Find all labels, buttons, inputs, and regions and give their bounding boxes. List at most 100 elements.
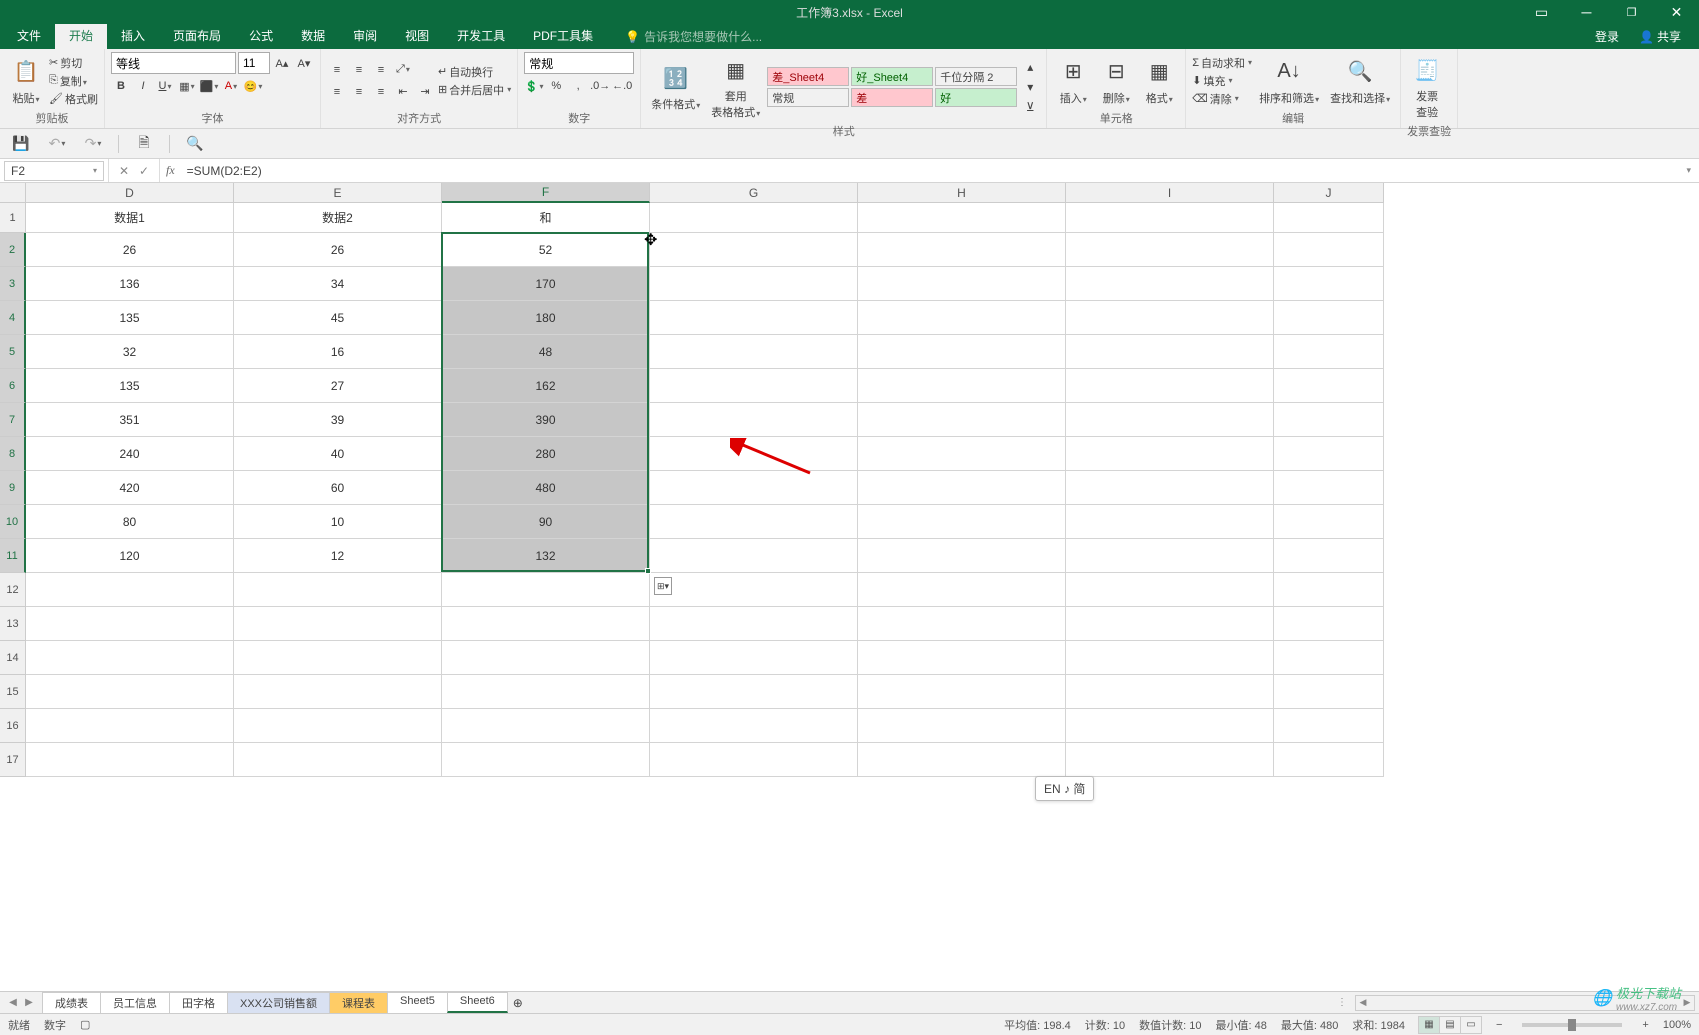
cell-D3[interactable]: 136	[26, 267, 234, 301]
cell-D16[interactable]	[26, 709, 234, 743]
col-header-E[interactable]: E	[234, 183, 442, 203]
cell-F1[interactable]: 和	[442, 203, 650, 233]
cell-G2[interactable]	[650, 233, 858, 267]
row-header-6[interactable]: 6	[0, 369, 26, 403]
align-right-icon[interactable]: ≡	[371, 82, 391, 102]
share-button[interactable]: 👤 共享	[1629, 24, 1691, 49]
cell-F11[interactable]: 132	[442, 539, 650, 573]
decrease-decimal-icon[interactable]: ←.0	[612, 76, 632, 96]
row-header-1[interactable]: 1	[0, 203, 26, 233]
decrease-indent-icon[interactable]: ⇤	[393, 82, 413, 102]
sheet-tab-XXX公司销售额[interactable]: XXX公司销售额	[227, 992, 330, 1013]
scroll-left-icon[interactable]: ◀	[1356, 997, 1370, 1008]
font-color-button[interactable]: A	[221, 76, 241, 96]
cell-H11[interactable]	[858, 539, 1066, 573]
cell-J13[interactable]	[1274, 607, 1384, 641]
zoom-slider[interactable]	[1522, 1023, 1622, 1027]
close-icon[interactable]: ✕	[1654, 0, 1699, 24]
scroll-right-icon[interactable]: ▶	[1680, 997, 1694, 1008]
find-select-button[interactable]: 🔍查找和选择	[1326, 54, 1394, 108]
currency-icon[interactable]: 💲	[524, 76, 544, 96]
cell-E11[interactable]: 12	[234, 539, 442, 573]
cell-I7[interactable]	[1066, 403, 1274, 437]
sheet-nav-prev-icon[interactable]: ◀	[6, 997, 20, 1008]
page-break-view-icon[interactable]: ▭	[1460, 1016, 1482, 1034]
cell-E9[interactable]: 60	[234, 471, 442, 505]
cell-F2[interactable]: 52	[442, 233, 650, 267]
cell-G6[interactable]	[650, 369, 858, 403]
formula-input[interactable]: =SUM(D2:E2)	[181, 164, 1679, 178]
cell-G12[interactable]	[650, 573, 858, 607]
cell-style-bad[interactable]: 差	[851, 88, 933, 107]
row-header-12[interactable]: 12	[0, 573, 26, 607]
row-header-14[interactable]: 14	[0, 641, 26, 675]
cell-G7[interactable]	[650, 403, 858, 437]
tab-developer[interactable]: 开发工具	[443, 22, 519, 49]
name-box[interactable]: F2 ▾	[4, 161, 104, 181]
align-middle-icon[interactable]: ≡	[349, 60, 369, 80]
cell-I10[interactable]	[1066, 505, 1274, 539]
cell-E7[interactable]: 39	[234, 403, 442, 437]
cell-I13[interactable]	[1066, 607, 1274, 641]
cell-I16[interactable]	[1066, 709, 1274, 743]
cell-G11[interactable]	[650, 539, 858, 573]
cell-D12[interactable]	[26, 573, 234, 607]
tab-file[interactable]: 文件	[3, 22, 55, 49]
cell-D7[interactable]: 351	[26, 403, 234, 437]
cell-F17[interactable]	[442, 743, 650, 777]
align-top-icon[interactable]: ≡	[327, 60, 347, 80]
cell-F16[interactable]	[442, 709, 650, 743]
cell-E16[interactable]	[234, 709, 442, 743]
col-header-I[interactable]: I	[1066, 183, 1274, 203]
cell-J3[interactable]	[1274, 267, 1384, 301]
cell-D1[interactable]: 数据1	[26, 203, 234, 233]
percent-icon[interactable]: %	[546, 76, 566, 96]
align-center-icon[interactable]: ≡	[349, 82, 369, 102]
align-bottom-icon[interactable]: ≡	[371, 60, 391, 80]
qat-icon-1[interactable]: 🗎	[133, 133, 155, 155]
cell-I6[interactable]	[1066, 369, 1274, 403]
row-header-8[interactable]: 8	[0, 437, 26, 471]
cell-H7[interactable]	[858, 403, 1066, 437]
cell-E15[interactable]	[234, 675, 442, 709]
bold-button[interactable]: B	[111, 76, 131, 96]
row-header-7[interactable]: 7	[0, 403, 26, 437]
cell-G5[interactable]	[650, 335, 858, 369]
format-as-table-button[interactable]: ▦ 套用 表格格式	[707, 52, 764, 122]
cell-E3[interactable]: 34	[234, 267, 442, 301]
row-header-17[interactable]: 17	[0, 743, 26, 777]
row-header-16[interactable]: 16	[0, 709, 26, 743]
align-left-icon[interactable]: ≡	[327, 82, 347, 102]
cell-G16[interactable]	[650, 709, 858, 743]
col-header-J[interactable]: J	[1274, 183, 1384, 203]
cell-E4[interactable]: 45	[234, 301, 442, 335]
cell-I4[interactable]	[1066, 301, 1274, 335]
cell-D13[interactable]	[26, 607, 234, 641]
tab-review[interactable]: 审阅	[339, 22, 391, 49]
cell-D2[interactable]: 26	[26, 233, 234, 267]
cell-H16[interactable]	[858, 709, 1066, 743]
col-header-H[interactable]: H	[858, 183, 1066, 203]
cell-G3[interactable]	[650, 267, 858, 301]
select-all-corner[interactable]	[0, 183, 26, 203]
clear-button[interactable]: ⌫清除	[1192, 91, 1252, 107]
border-button[interactable]: ▦	[177, 76, 197, 96]
cell-I2[interactable]	[1066, 233, 1274, 267]
cell-E6[interactable]: 27	[234, 369, 442, 403]
tab-pdf-tools[interactable]: PDF工具集	[519, 22, 607, 49]
add-sheet-button[interactable]: ⊕	[507, 994, 529, 1012]
tab-data[interactable]: 数据	[287, 22, 339, 49]
cell-F10[interactable]: 90	[442, 505, 650, 539]
cell-J7[interactable]	[1274, 403, 1384, 437]
autosum-button[interactable]: Σ自动求和	[1192, 55, 1252, 71]
fill-button[interactable]: ⬇填充	[1192, 73, 1252, 89]
cell-H14[interactable]	[858, 641, 1066, 675]
sheet-tab-成绩表[interactable]: 成绩表	[42, 992, 101, 1013]
increase-decimal-icon[interactable]: .0→	[590, 76, 610, 96]
cell-G17[interactable]	[650, 743, 858, 777]
confirm-formula-icon[interactable]: ✓	[135, 164, 153, 178]
row-header-9[interactable]: 9	[0, 471, 26, 505]
cell-I15[interactable]	[1066, 675, 1274, 709]
row-header-13[interactable]: 13	[0, 607, 26, 641]
cell-H9[interactable]	[858, 471, 1066, 505]
